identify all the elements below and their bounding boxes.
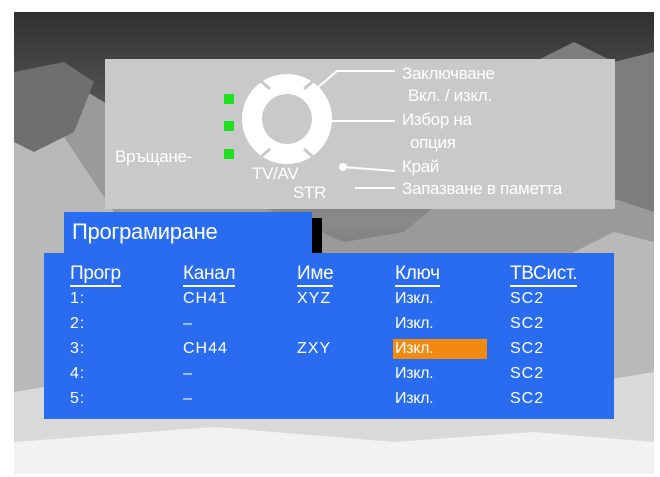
status-led-icon bbox=[224, 121, 234, 131]
channel-cell: – bbox=[183, 315, 193, 332]
lock-cell-highlighted[interactable]: Изкл. bbox=[393, 339, 487, 359]
menu-title: Програмиране bbox=[64, 212, 312, 256]
tv-system-cell: SC2 bbox=[510, 290, 545, 307]
program-number: 5: bbox=[70, 390, 86, 407]
channel-cell: CH41 bbox=[183, 290, 228, 307]
legend-option-line2: опция bbox=[410, 133, 456, 152]
channel-cell: CH44 bbox=[183, 340, 228, 357]
channel-cell: – bbox=[183, 365, 193, 382]
program-table: Прогр Канал Име Ключ ТВСист. 1: CH41 XYZ… bbox=[44, 253, 614, 419]
column-header-lock: Ключ bbox=[395, 263, 440, 287]
store-key-label: STR bbox=[293, 183, 327, 202]
nav-plus-icon: + bbox=[319, 102, 332, 127]
lock-cell[interactable]: Изкл. bbox=[395, 389, 434, 409]
program-number: 3: bbox=[70, 340, 86, 357]
tv-system-cell: SC2 bbox=[510, 315, 545, 332]
program-number: 2: bbox=[70, 315, 86, 332]
legend-store: Запазване в паметта bbox=[402, 179, 562, 198]
name-cell: XYZ bbox=[297, 290, 332, 307]
status-led-icon bbox=[224, 94, 234, 104]
channel-cell: – bbox=[183, 390, 193, 407]
lock-cell[interactable]: Изкл. bbox=[395, 314, 434, 334]
column-header-channel: Канал bbox=[183, 263, 236, 287]
tv-system-cell: SC2 bbox=[510, 340, 545, 357]
column-header-tv-system: ТВСист. bbox=[510, 263, 578, 287]
tv-system-cell: SC2 bbox=[510, 390, 545, 407]
tv-system-cell: SC2 bbox=[510, 365, 545, 382]
program-number: 1: bbox=[70, 290, 86, 307]
nav-minus-icon: − bbox=[245, 107, 256, 127]
remote-control-legend-panel: ∧ − + ∨ Връщане- TV/AV STR Заключване Вк… bbox=[105, 59, 615, 209]
nav-up-icon: ∧ bbox=[280, 77, 292, 94]
tv-av-label: TV/AV bbox=[252, 164, 299, 183]
column-header-program: Прогр bbox=[70, 263, 121, 287]
legend-lock-line1: Заключване bbox=[402, 64, 495, 83]
return-label: Връщане- bbox=[115, 147, 192, 166]
legend-option-line1: Избор на bbox=[402, 110, 472, 129]
legend-exit: Край bbox=[402, 157, 440, 176]
lock-cell[interactable]: Изкл. bbox=[395, 364, 434, 384]
name-cell: ZXY bbox=[297, 340, 332, 357]
status-led-icon bbox=[224, 149, 234, 159]
column-header-name: Име bbox=[297, 263, 334, 287]
legend-lock-line2: Вкл. / изкл. bbox=[408, 86, 492, 105]
program-number: 4: bbox=[70, 365, 86, 382]
nav-down-icon: ∨ bbox=[281, 141, 293, 158]
lock-cell[interactable]: Изкл. bbox=[395, 289, 434, 309]
